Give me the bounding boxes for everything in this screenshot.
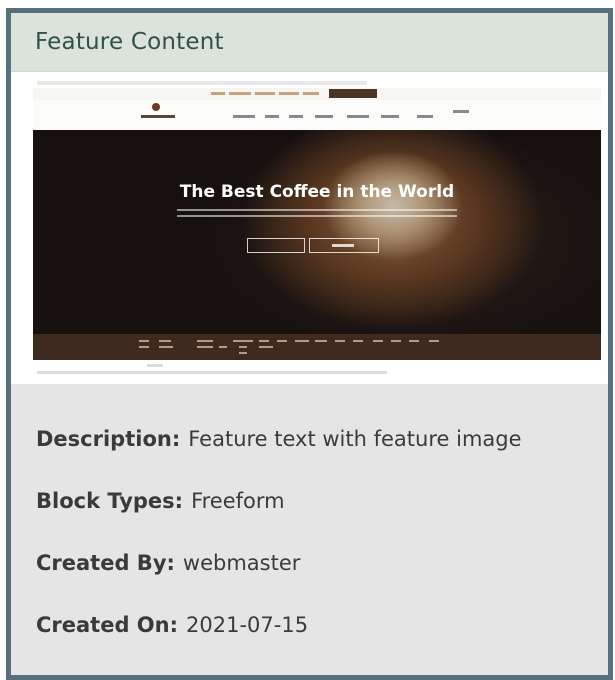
- created-by-row: Created By: webmaster: [36, 551, 598, 613]
- nav-link: [453, 110, 469, 113]
- nav-link: [265, 115, 279, 118]
- block-types-label: Block Types:: [36, 489, 184, 513]
- thumbnail-footer: [33, 334, 601, 360]
- logo-icon: [152, 103, 160, 111]
- hero-button: [247, 238, 305, 253]
- topbar-link: [229, 92, 251, 95]
- created-on-row: Created On: 2021-07-15: [36, 613, 598, 675]
- card-title: Feature Content: [35, 29, 224, 55]
- thumbnail-site: The Best Coffee in the World: [33, 88, 601, 360]
- thumbnail-nav: [33, 100, 601, 130]
- logo-text: [141, 115, 175, 118]
- nav-link: [417, 115, 433, 118]
- content-meta: Description: Feature text with feature im…: [36, 427, 598, 675]
- block-types-row: Block Types: Freeform: [36, 489, 598, 551]
- topbar-link: [211, 92, 225, 95]
- nav-link: [233, 115, 255, 118]
- created-by-value: webmaster: [182, 551, 301, 575]
- nav-link: [315, 115, 333, 118]
- hero-text-line: [177, 215, 457, 217]
- card-header: Feature Content: [11, 13, 608, 72]
- topbar-link: [279, 92, 299, 95]
- nav-link: [289, 115, 303, 118]
- created-on-value: 2021-07-15: [186, 613, 309, 637]
- description-value: Feature text with feature image: [188, 427, 522, 451]
- preview-thumbnail[interactable]: The Best Coffee in the World: [11, 72, 608, 384]
- created-on-label: Created On:: [36, 613, 179, 637]
- created-by-label: Created By:: [36, 551, 175, 575]
- thumbnail-topbar: [33, 88, 601, 100]
- topbar-link: [255, 92, 275, 95]
- topbar-link: [303, 92, 319, 95]
- nav-link: [347, 115, 369, 118]
- thumbnail-hero: The Best Coffee in the World: [33, 130, 601, 334]
- description-row: Description: Feature text with feature im…: [36, 427, 598, 489]
- hero-text-line: [177, 209, 457, 211]
- content-card: Feature Content The Best Coffee in the W…: [6, 8, 613, 680]
- hero-title: The Best Coffee in the World: [179, 182, 455, 202]
- description-label: Description:: [36, 427, 181, 451]
- block-types-value: Freeform: [191, 489, 285, 513]
- nav-link: [381, 115, 399, 118]
- hero-button: [309, 238, 379, 253]
- thumbnail-url-bar: [37, 81, 367, 85]
- topbar-button: [329, 89, 377, 98]
